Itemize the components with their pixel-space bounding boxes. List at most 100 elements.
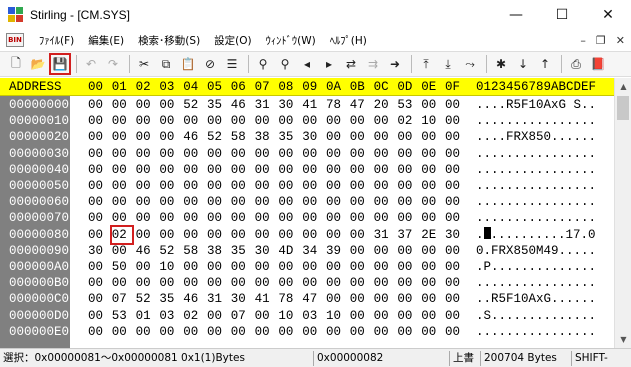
byte-cell[interactable]: 00 — [88, 324, 108, 340]
selected-byte-cell[interactable]: 02 — [109, 224, 134, 245]
byte-cell[interactable]: 00 — [374, 243, 394, 259]
byte-cell[interactable]: 00 — [207, 178, 227, 194]
hex-row[interactable]: 000000E0 00 00 00 00 00 00 00 00 00 00 00 00 00 00 00 00… — [0, 324, 614, 340]
byte-cell[interactable]: 00 — [183, 146, 203, 162]
hex-row[interactable]: 00000040 00 00 00 00 00 00 00 00 00 00 00 00 00 00 00 00… — [0, 162, 614, 178]
byte-cell[interactable]: 58 — [231, 129, 251, 145]
byte-cell[interactable]: 00 — [350, 308, 370, 324]
byte-cell[interactable]: 00 — [445, 243, 465, 259]
hex-row[interactable]: 00000090 30 00 46 52 58 38 35 30 4D 34 39 00 00 00 00 00… — [0, 243, 614, 259]
byte-cell[interactable]: 00 — [88, 308, 108, 324]
byte-cell[interactable]: 00 — [207, 162, 227, 178]
byte-cell[interactable]: 00 — [278, 146, 298, 162]
new-file-button[interactable]: 🗋 — [6, 54, 26, 74]
byte-cell[interactable]: 31 — [374, 227, 394, 243]
byte-cell[interactable]: 00 — [350, 194, 370, 210]
byte-cell[interactable]: 00 — [350, 146, 370, 162]
byte-cell[interactable]: 46 — [136, 243, 156, 259]
byte-cell[interactable]: 00 — [112, 210, 132, 226]
byte-cell[interactable]: 00 — [421, 259, 441, 275]
byte-cell[interactable]: 00 — [231, 113, 251, 129]
byte-cell[interactable]: 00 — [350, 178, 370, 194]
byte-cell[interactable]: 50 — [112, 259, 132, 275]
find-hex-button[interactable]: ⚲ — [275, 54, 295, 74]
byte-cell[interactable]: 00 — [397, 178, 417, 194]
byte-cell[interactable]: 00 — [421, 178, 441, 194]
scroll-down-arrow-icon[interactable]: ▼ — [615, 331, 631, 348]
byte-cell[interactable]: 00 — [326, 275, 346, 291]
byte-cell[interactable]: 00 — [88, 291, 108, 307]
menu-window[interactable]: ｳｨﾝﾄﾞｳ(W) — [259, 33, 323, 48]
byte-cell[interactable]: 00 — [278, 210, 298, 226]
stirling-app-icon[interactable] — [8, 7, 24, 23]
byte-cell[interactable]: 00 — [231, 275, 251, 291]
ascii-column[interactable]: ................ — [476, 275, 596, 291]
byte-cell[interactable]: 00 — [159, 275, 179, 291]
byte-cell[interactable]: 00 — [231, 194, 251, 210]
menu-search[interactable]: 検索･移動(S) — [131, 33, 207, 48]
byte-cell[interactable]: 31 — [207, 291, 227, 307]
byte-cell[interactable]: 00 — [136, 162, 156, 178]
ascii-column[interactable]: . ..........17.0 — [476, 226, 596, 243]
byte-cell[interactable]: 00 — [88, 259, 108, 275]
byte-cell[interactable]: 00 — [397, 129, 417, 145]
byte-cell[interactable]: 00 — [136, 324, 156, 340]
byte-cell[interactable]: 47 — [350, 97, 370, 113]
byte-cell[interactable]: 00 — [159, 178, 179, 194]
byte-cell[interactable]: 00 — [112, 113, 132, 129]
byte-cell[interactable]: 07 — [231, 308, 251, 324]
byte-cell[interactable]: 00 — [374, 113, 394, 129]
byte-cell[interactable]: 00 — [136, 194, 156, 210]
byte-cell[interactable]: 35 — [207, 97, 227, 113]
byte-cell[interactable]: 00 — [88, 227, 108, 243]
print-button[interactable]: ⎙ — [566, 54, 586, 74]
undo-button[interactable]: ↶ — [81, 54, 101, 74]
copy-button[interactable]: ⧉ — [156, 54, 176, 74]
byte-cell[interactable]: 31 — [255, 97, 275, 113]
open-file-button[interactable]: 📂 — [28, 54, 48, 74]
byte-cell[interactable]: 35 — [231, 243, 251, 259]
mark-prev-button[interactable]: ↓ — [513, 54, 533, 74]
byte-cell[interactable]: 00 — [421, 324, 441, 340]
hex-row[interactable]: 00000000 00 00 00 00 52 35 46 31 30 41 78 47 20 53 00 00… — [0, 97, 614, 113]
byte-cell[interactable]: 03 — [302, 308, 322, 324]
byte-cell[interactable]: 00 — [278, 162, 298, 178]
byte-cell[interactable]: 00 — [302, 146, 322, 162]
byte-cell[interactable]: 53 — [112, 308, 132, 324]
byte-cell[interactable]: 00 — [350, 113, 370, 129]
menu-file[interactable]: ﾌｧｲﾙ(F) — [32, 33, 81, 48]
byte-cell[interactable]: 00 — [159, 324, 179, 340]
ascii-column[interactable]: ..R5F10AxG...... — [476, 291, 596, 307]
byte-cell[interactable]: 58 — [183, 243, 203, 259]
maximize-button[interactable]: ☐ — [539, 0, 585, 30]
byte-cell[interactable]: 00 — [374, 146, 394, 162]
byte-cell[interactable]: 00 — [278, 178, 298, 194]
byte-cell[interactable]: 00 — [231, 324, 251, 340]
byte-cell[interactable]: 00 — [445, 291, 465, 307]
byte-cell[interactable]: 00 — [350, 275, 370, 291]
byte-cell[interactable]: 00 — [445, 308, 465, 324]
hex-row[interactable]: 000000D0 00 53 01 03 02 00 07 00 10 03 10 00 00 00 00 00… — [0, 308, 614, 324]
byte-cell[interactable]: 00 — [350, 129, 370, 145]
byte-cell[interactable]: 00 — [207, 194, 227, 210]
byte-cell[interactable]: 00 — [231, 146, 251, 162]
byte-cell[interactable]: 00 — [255, 259, 275, 275]
byte-cell[interactable]: 00 — [326, 210, 346, 226]
byte-cell[interactable]: 00 — [255, 162, 275, 178]
byte-cell[interactable]: 38 — [255, 129, 275, 145]
byte-cell[interactable]: 00 — [445, 178, 465, 194]
byte-cell[interactable]: 00 — [397, 210, 417, 226]
byte-cell[interactable]: 00 — [397, 243, 417, 259]
minimize-button[interactable]: — — [493, 0, 539, 30]
byte-cell[interactable]: 00 — [302, 113, 322, 129]
page-jump-button[interactable]: ⤳ — [460, 54, 480, 74]
byte-cell[interactable]: 00 — [302, 210, 322, 226]
ascii-column[interactable]: 0.FRX850M49..... — [476, 243, 596, 259]
byte-cell[interactable]: 03 — [159, 308, 179, 324]
byte-cell[interactable]: 30 — [255, 243, 275, 259]
byte-cell[interactable]: 00 — [207, 113, 227, 129]
find-next-button[interactable]: ▸ — [319, 54, 339, 74]
byte-cell[interactable]: 00 — [278, 113, 298, 129]
byte-cell[interactable]: 00 — [397, 162, 417, 178]
byte-cell[interactable]: 00 — [302, 324, 322, 340]
